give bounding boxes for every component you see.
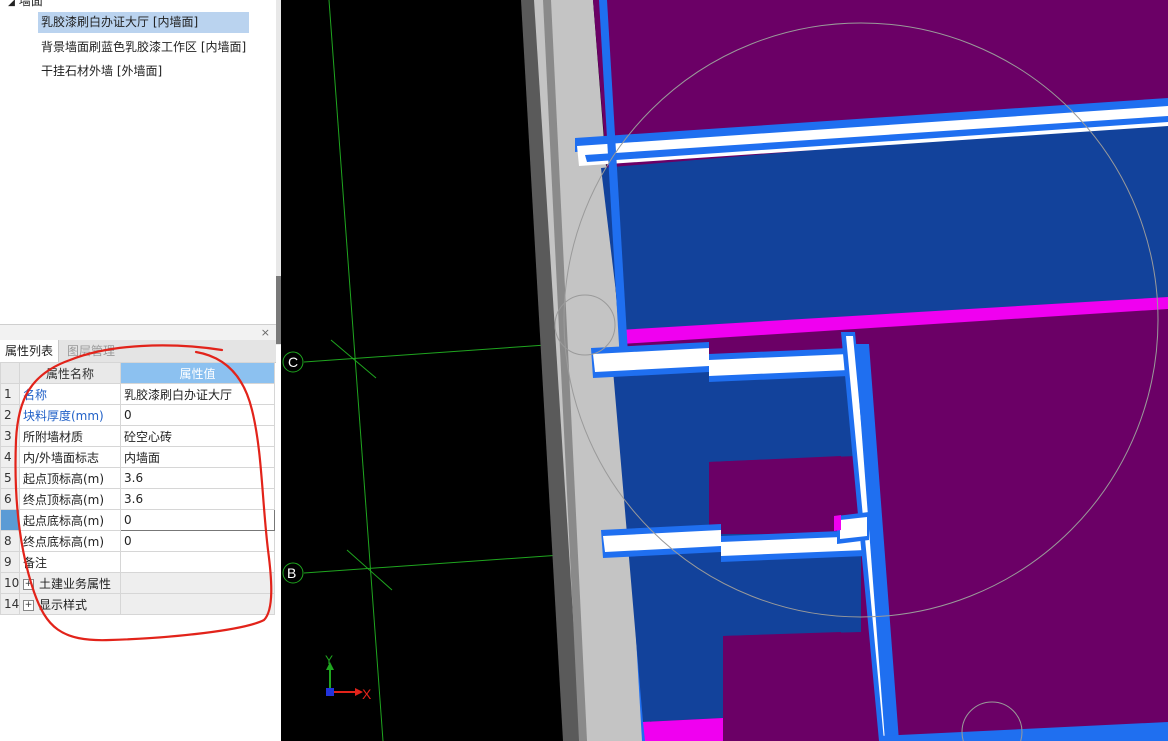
panel-tabs: 属性列表 图层管理 — [0, 340, 276, 363]
property-name: 内/外墙面标志 — [19, 446, 121, 468]
property-row[interactable]: 6 终点顶标高(m) 3.6 — [0, 488, 275, 510]
wall-face-tree: ◢ 墙面 乳胶漆刷白办证大厅 [内墙面] 背景墙面刷蓝色乳胶漆工作区 [内墙面] … — [0, 0, 277, 324]
viewport-canvas[interactable]: C B Y X — [281, 0, 1168, 741]
property-value[interactable] — [120, 551, 275, 573]
group-label: 土建业务属性 — [39, 576, 112, 591]
header-value[interactable]: 属性值 — [120, 362, 275, 384]
property-row[interactable]: 4 内/外墙面标志 内墙面 — [0, 446, 275, 468]
bottom-magenta — [643, 718, 723, 741]
grid-header: 属性名称 属性值 — [0, 362, 275, 384]
property-row[interactable]: 5 起点顶标高(m) 3.6 — [0, 467, 275, 489]
grid-line-b — [303, 554, 562, 574]
property-row[interactable]: 9 备注 — [0, 551, 275, 573]
property-name: 起点顶标高(m) — [19, 467, 121, 489]
property-group-row[interactable]: 10 + 土建业务属性 — [0, 572, 275, 594]
tree-item-1[interactable]: 乳胶漆刷白办证大厅 [内墙面] — [38, 12, 249, 33]
property-row-current[interactable]: 7 起点底标高(m) 0 — [0, 509, 275, 531]
tree-root[interactable]: ◢ 墙面 — [8, 0, 43, 9]
tab-property-list[interactable]: 属性列表 — [0, 340, 60, 362]
tree-item-2[interactable]: 背景墙面刷蓝色乳胶漆工作区 [内墙面] — [38, 37, 249, 58]
property-group-row[interactable]: 14 + 显示样式 — [0, 593, 275, 615]
header-num — [0, 362, 20, 384]
row-number: 5 — [0, 467, 20, 489]
property-row[interactable]: 1 名称 乳胶漆刷白办证大厅 — [0, 383, 275, 405]
axis-label-b: B — [287, 565, 296, 581]
axis-label-c: C — [288, 354, 298, 370]
row-number: 1 — [0, 383, 20, 405]
property-value[interactable]: 砼空心砖 — [120, 425, 275, 447]
property-grid: 属性名称 属性值 1 名称 乳胶漆刷白办证大厅 2 块料厚度(mm) 0 3 所… — [0, 362, 275, 615]
panel-title-bar: × — [0, 324, 276, 341]
row-number: 6 — [0, 488, 20, 510]
property-value-editor[interactable]: 0 — [120, 509, 275, 531]
close-icon[interactable]: × — [261, 325, 270, 341]
property-name: 块料厚度(mm) — [19, 404, 121, 426]
collapse-arrow-icon[interactable]: ◢ — [8, 0, 15, 8]
tree-item-3[interactable]: 干挂石材外墙 [外墙面] — [38, 61, 165, 82]
property-value — [120, 593, 275, 615]
row-number: 9 — [0, 551, 20, 573]
grid-line-vertical — [328, 0, 384, 741]
group-label: 显示样式 — [39, 597, 88, 612]
property-value[interactable]: 内墙面 — [120, 446, 275, 468]
property-group-name[interactable]: + 显示样式 — [19, 593, 121, 615]
property-name: 起点底标高(m) — [19, 509, 121, 531]
property-value — [120, 572, 275, 594]
column-magenta — [834, 515, 841, 531]
property-name: 终点底标高(m) — [19, 530, 121, 552]
property-group-name[interactable]: + 土建业务属性 — [19, 572, 121, 594]
row-number: 10 — [0, 572, 20, 594]
drawing-viewport[interactable]: C B Y X — [281, 0, 1168, 741]
lower-purple-opening-2 — [723, 632, 841, 718]
property-name: 名称 — [19, 383, 121, 405]
row-number: 14 — [0, 593, 20, 615]
left-panel: ◢ 墙面 乳胶漆刷白办证大厅 [内墙面] 背景墙面刷蓝色乳胶漆工作区 [内墙面] … — [0, 0, 277, 741]
property-name: 备注 — [19, 551, 121, 573]
expand-plus-icon[interactable]: + — [23, 599, 34, 611]
property-value[interactable]: 0 — [120, 530, 275, 552]
row-number: 4 — [0, 446, 20, 468]
property-row[interactable]: 8 终点底标高(m) 0 — [0, 530, 275, 552]
property-name: 所附墙材质 — [19, 425, 121, 447]
grid-tick — [330, 339, 377, 379]
property-value[interactable]: 0 — [120, 404, 275, 426]
expand-plus-icon[interactable]: + — [23, 578, 34, 590]
property-value[interactable]: 3.6 — [120, 467, 275, 489]
triad-origin — [326, 688, 334, 696]
row-number: 3 — [0, 425, 20, 447]
row-number: 8 — [0, 530, 20, 552]
row-number: 7 — [0, 509, 20, 531]
triad-x-label: X — [362, 686, 372, 702]
property-name: 终点顶标高(m) — [19, 488, 121, 510]
row-number: 2 — [0, 404, 20, 426]
lower-purple-opening — [709, 456, 841, 534]
tab-layer-management[interactable]: 图层管理 — [62, 340, 120, 362]
property-row[interactable]: 2 块料厚度(mm) 0 — [0, 404, 275, 426]
property-row[interactable]: 3 所附墙材质 砼空心砖 — [0, 425, 275, 447]
tree-root-label: 墙面 — [18, 0, 43, 8]
property-value[interactable]: 乳胶漆刷白办证大厅 — [120, 383, 275, 405]
column-joint-white — [840, 517, 867, 539]
property-value[interactable]: 3.6 — [120, 488, 275, 510]
header-name[interactable]: 属性名称 — [19, 362, 121, 384]
triad-y-label: Y — [325, 653, 333, 667]
